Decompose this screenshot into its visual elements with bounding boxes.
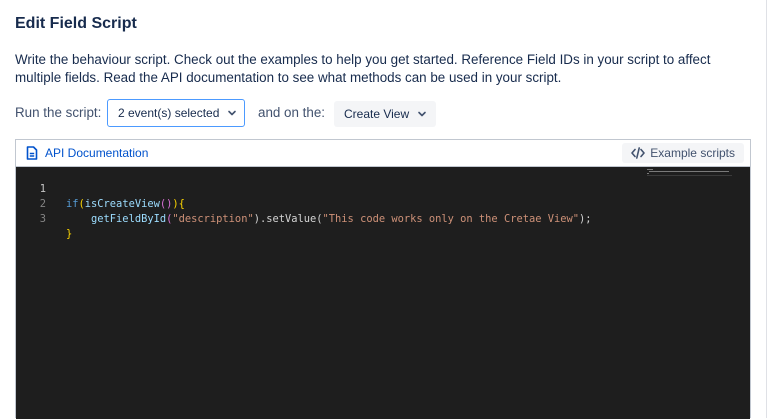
code-token: getFieldById [91,213,167,225]
line-number: 3 [39,213,46,225]
api-documentation-label: API Documentation [45,146,149,160]
code-token: () [159,198,173,210]
code-line: 2 getFieldById("description").setValue("… [16,182,592,225]
api-documentation-link[interactable]: API Documentation [26,146,148,160]
document-icon [26,146,38,160]
script-editor: API Documentation Example scripts 1 if(i… [15,139,751,419]
code-token: } [66,228,73,240]
chevron-down-icon [418,111,426,117]
code-editor[interactable]: 1 if(isCreateView()){ 2 getFieldById("de… [16,167,750,419]
code-token: isCreateView [84,198,160,210]
view-select-value: Create View [344,107,410,121]
dialog-right-border [766,0,767,418]
code-token: "description" [172,213,254,225]
code-icon [631,147,646,159]
code-token: "This code works only on the Cretae View… [322,213,580,225]
code-line: 3 } [16,197,73,240]
dialog-title: Edit Field Script [15,15,137,32]
editor-minimap[interactable] [647,169,732,176]
view-select[interactable]: Create View [334,101,436,127]
code-line: 1 if(isCreateView()){ [16,167,185,210]
code-text: getFieldById("description").setValue("Th… [66,212,592,227]
events-select[interactable]: 2 event(s) selected [107,99,245,127]
run-script-label: Run the script: [15,105,102,120]
code-token: { [178,198,185,210]
example-scripts-label: Example scripts [650,146,735,160]
editor-toolbar: API Documentation Example scripts [16,140,750,167]
code-text: } [66,227,72,242]
events-select-value: 2 event(s) selected [118,106,220,120]
code-token: ).setValue( [253,213,323,225]
code-token: ); [579,213,592,225]
chevron-down-icon [228,110,237,116]
dialog-description: Write the behaviour script. Check out th… [15,52,711,85]
code-text: if(isCreateView()){ [66,197,185,212]
code-token: if [66,198,79,210]
example-scripts-button[interactable]: Example scripts [622,143,744,163]
and-on-label: and on the: [258,105,326,120]
